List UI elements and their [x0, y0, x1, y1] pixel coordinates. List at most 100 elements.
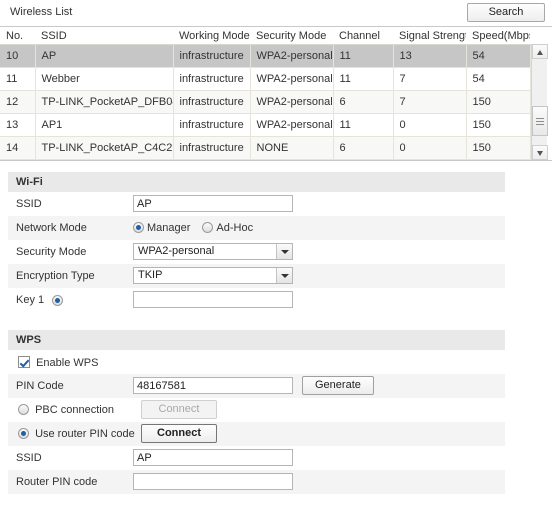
wifi-key1-row: Key 1: [8, 288, 505, 312]
wifi-security-mode-value: WPA2-personal: [138, 245, 215, 257]
cell-ssid: Webber: [35, 67, 174, 91]
wps-pin-code-input[interactable]: [133, 377, 293, 394]
column-header-speed[interactable]: Speed(Mbps): [466, 27, 530, 45]
cell-working-mode: infrastructure: [173, 136, 251, 160]
cell-no: 12: [0, 90, 36, 114]
pbc-connect-button: Connect: [141, 400, 217, 419]
wireless-list-titlebar: Wireless List Search: [0, 0, 552, 26]
search-button[interactable]: Search: [467, 3, 545, 22]
radio-label-adhoc[interactable]: Ad-Hoc: [216, 222, 253, 234]
wps-pin-code-field-wrap: [133, 377, 293, 394]
column-header-ssid[interactable]: SSID: [35, 27, 173, 45]
wps-enable-checkbox-wrap: Enable WPS: [18, 356, 110, 369]
cell-security-mode: WPA2-personal: [250, 44, 334, 68]
wps-ssid-row: SSID: [8, 446, 505, 470]
wps-ssid-field-wrap: [133, 449, 293, 466]
wifi-ssid-input[interactable]: [133, 195, 293, 212]
radio-network-mode-adhoc[interactable]: [202, 222, 214, 233]
table-row[interactable]: 12 TP-LINK_PocketAP_DFB048 infrastructur…: [0, 90, 531, 114]
wireless-list-panel: Wireless List Search No. SSID Working Mo…: [0, 0, 552, 161]
wifi-security-mode-select[interactable]: WPA2-personal: [133, 243, 293, 260]
wifi-encryption-type-value: TKIP: [138, 269, 163, 281]
column-header-signal-strength[interactable]: Signal Strength: [393, 27, 466, 45]
cell-empty: [35, 159, 174, 160]
scrollbar-thumb[interactable]: [532, 106, 548, 136]
radio-label-use-router-pin-code[interactable]: Use router PIN code: [35, 428, 135, 440]
wifi-encryption-type-label: Encryption Type: [16, 270, 95, 282]
cell-working-mode: infrastructure: [173, 44, 251, 68]
cell-empty: [393, 159, 467, 160]
table-vertical-scrollbar[interactable]: [531, 44, 548, 160]
cell-signal: 7: [393, 90, 467, 114]
router-pin-connect-button-wrap: Connect: [141, 424, 217, 443]
wifi-ssid-field-wrap: [133, 195, 293, 212]
cell-ssid: TP-LINK_PocketAP_C4C216: [35, 136, 174, 160]
cell-empty: [250, 159, 334, 160]
cell-ssid: AP: [35, 44, 174, 68]
wifi-security-mode-label: Security Mode: [16, 246, 87, 258]
generate-button[interactable]: Generate: [302, 376, 374, 395]
pbc-connect-button-wrap: Connect: [141, 400, 217, 419]
radio-label-pbc-connection[interactable]: PBC connection: [35, 404, 114, 416]
wifi-encryption-type-select[interactable]: TKIP: [133, 267, 293, 284]
chevron-down-icon[interactable]: [276, 268, 292, 283]
wifi-section-header: Wi-Fi: [8, 172, 505, 192]
table-row[interactable]: 10 AP infrastructure WPA2-personal 11 13…: [0, 44, 531, 68]
radio-key1[interactable]: [52, 295, 63, 307]
cell-no: 10: [0, 44, 36, 68]
wifi-key1-input[interactable]: [133, 291, 293, 308]
wireless-list-title: Wireless List: [10, 6, 73, 18]
cell-empty: [0, 159, 36, 160]
wps-ssid-label: SSID: [16, 452, 42, 464]
wifi-network-mode-radio-group: Manager Ad-Hoc: [133, 222, 265, 234]
cell-channel: 6: [333, 90, 394, 114]
cell-empty: [173, 159, 251, 160]
cell-security-mode: WPA2-personal: [250, 90, 334, 114]
wifi-encryption-type-field-wrap: TKIP: [133, 267, 293, 284]
column-header-working-mode[interactable]: Working Mode: [173, 27, 250, 45]
cell-ssid: TP-LINK_PocketAP_DFB048: [35, 90, 174, 114]
wps-router-pin-code-input[interactable]: [133, 473, 293, 490]
wps-enable-label[interactable]: Enable WPS: [36, 357, 98, 369]
cell-channel: 11: [333, 113, 394, 137]
cell-security-mode: WPA2-personal: [250, 67, 334, 91]
cell-speed: 54: [466, 67, 531, 91]
chevron-down-icon[interactable]: [276, 244, 292, 259]
cell-signal: 0: [393, 136, 467, 160]
wireless-list-table: No. SSID Working Mode Security Mode Chan…: [0, 27, 531, 160]
scroll-up-arrow-icon[interactable]: [532, 44, 548, 59]
wifi-section: Wi-Fi SSID Network Mode Manager Ad-Hoc Se…: [8, 172, 505, 312]
column-header-channel[interactable]: Channel: [333, 27, 393, 45]
wps-router-pin-row: Use router PIN code Connect: [8, 422, 505, 446]
column-header-security-mode[interactable]: Security Mode: [250, 27, 333, 45]
wps-section: WPS Enable WPS PIN Code Generate PBC con…: [8, 330, 505, 494]
wps-enable-checkbox[interactable]: [18, 356, 30, 368]
cell-signal: 0: [393, 113, 467, 137]
cell-channel: 6: [333, 136, 394, 160]
cell-speed: 54: [466, 44, 531, 68]
wps-router-pin-radio-wrap: Use router PIN code: [18, 428, 147, 440]
wireless-list-table-container[interactable]: No. SSID Working Mode Security Mode Chan…: [0, 26, 552, 161]
scroll-down-arrow-icon[interactable]: [532, 145, 548, 160]
table-row[interactable]: 14 TP-LINK_PocketAP_C4C216 infrastructur…: [0, 136, 531, 160]
radio-pbc-connection[interactable]: [18, 404, 29, 415]
wifi-key1-label: Key 1: [16, 294, 45, 306]
radio-use-router-pin-code[interactable]: [18, 428, 29, 439]
table-row[interactable]: 13 AP1 infrastructure WPA2-personal 11 0…: [0, 113, 531, 137]
cell-speed: 150: [466, 90, 531, 114]
router-pin-connect-button[interactable]: Connect: [141, 424, 217, 443]
radio-network-mode-manager[interactable]: [133, 222, 144, 233]
wps-ssid-input[interactable]: [133, 449, 293, 466]
radio-label-manager[interactable]: Manager: [147, 222, 190, 234]
table-row[interactable]: 11 Webber infrastructure WPA2-personal 1…: [0, 67, 531, 91]
column-header-no[interactable]: No.: [0, 27, 35, 45]
radio-key1-indicator[interactable]: [52, 295, 63, 306]
cell-no: 13: [0, 113, 36, 137]
cell-working-mode: infrastructure: [173, 90, 251, 114]
cell-security-mode: NONE: [250, 136, 334, 160]
wifi-network-mode-label: Network Mode: [16, 222, 87, 234]
wps-router-pin-code-label: Router PIN code: [16, 476, 98, 488]
wps-pbc-row: PBC connection Connect: [8, 398, 505, 422]
cell-channel: 11: [333, 67, 394, 91]
cell-security-mode: WPA2-personal: [250, 113, 334, 137]
